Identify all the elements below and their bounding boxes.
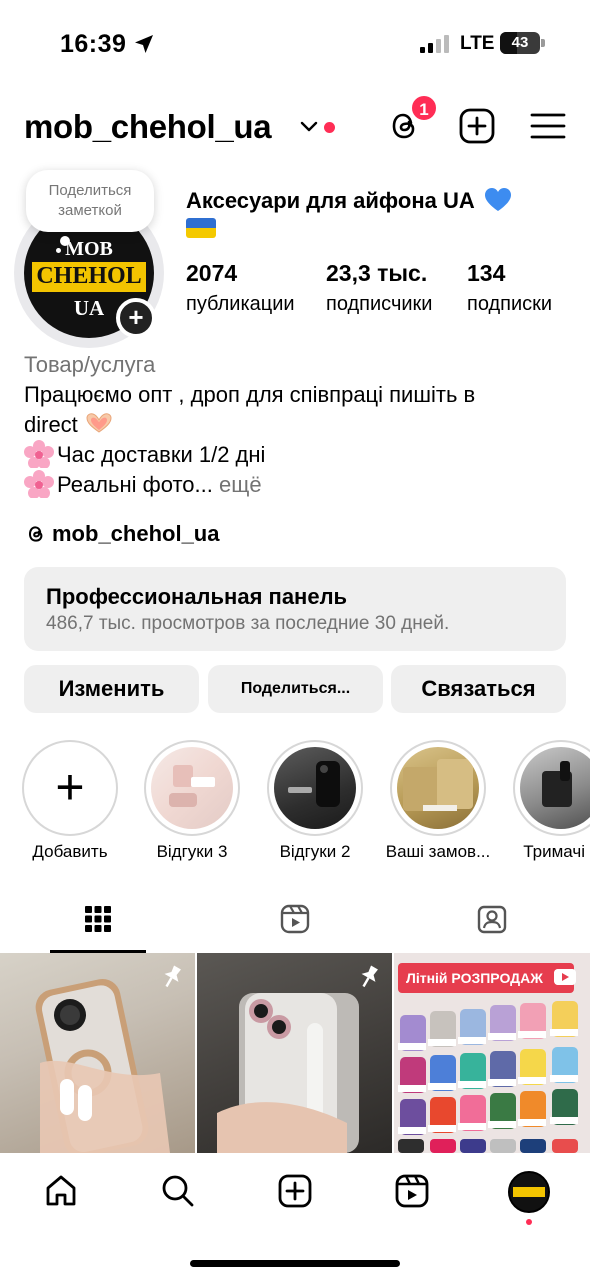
highlight-item[interactable]: Відгуки 3 xyxy=(144,740,240,861)
followers-count[interactable]: 23,3 тыс. подписчики xyxy=(326,260,432,316)
battery-level: 43 xyxy=(511,34,529,51)
highlight-cover xyxy=(397,747,479,829)
following-label: подписки xyxy=(467,293,553,315)
edit-profile-button[interactable]: Изменить xyxy=(24,665,199,713)
followers-label: подписчики xyxy=(326,293,433,315)
bio-photos-text: Реальні фото... xyxy=(57,472,213,497)
note-bubble[interactable]: Поделиться заметкой xyxy=(26,170,154,232)
cherry-blossom-icon xyxy=(24,440,54,468)
bio-line: Працюємо опт , дроп для співпраці пишіть… xyxy=(24,382,476,407)
add-story-button[interactable]: + xyxy=(116,298,156,338)
bio-direct-text: direct xyxy=(24,412,78,437)
highlight-label: Відгуки 2 xyxy=(279,842,351,861)
share-profile-button[interactable]: Поделиться... xyxy=(208,665,383,713)
post-thumbnail[interactable]: Літній РОЗПРОДАЖ xyxy=(394,953,590,1153)
professional-dashboard[interactable]: Профессиональная панель 486,7 тыс. просм… xyxy=(24,567,566,651)
highlight-cover xyxy=(151,747,233,829)
grid-icon xyxy=(85,906,111,932)
post-thumbnail[interactable] xyxy=(197,953,392,1153)
tab-tagged[interactable] xyxy=(394,895,590,953)
profile-display-name: Аксесуари для айфона UA xyxy=(186,186,556,216)
bio-more-link[interactable]: ещё xyxy=(219,472,262,497)
home-icon[interactable] xyxy=(43,1173,79,1209)
posts-count[interactable]: 2074 публикации xyxy=(186,260,295,316)
profile-header: mob_chehol_ua 1 xyxy=(0,94,590,156)
bio-line: Реальні фото... ещё xyxy=(24,470,572,500)
tagged-icon xyxy=(477,905,507,934)
notification-dot xyxy=(526,1219,532,1225)
contact-button[interactable]: Связаться xyxy=(391,665,566,713)
posts-label: публикации xyxy=(186,293,295,315)
highlight-label: Тримачі в xyxy=(523,842,590,861)
profile-tabs xyxy=(0,895,590,953)
highlight-item[interactable]: Тримачі в xyxy=(513,740,590,861)
pin-icon xyxy=(361,965,378,988)
heart-hands-icon xyxy=(86,413,112,433)
blue-heart-icon xyxy=(485,188,512,211)
threads-icon xyxy=(28,526,43,542)
highlight-add[interactable]: + Добавить xyxy=(22,740,118,861)
bio-line: direct xyxy=(24,410,572,440)
cherry-blossom-icon xyxy=(24,470,54,498)
status-time: 16:39 xyxy=(60,30,127,58)
highlight-cover xyxy=(274,747,356,829)
highlight-label: Добавить xyxy=(32,842,108,861)
posts-grid: Літній РОЗПРОДАЖ xyxy=(0,953,590,1153)
signal-icon xyxy=(420,35,449,53)
notification-dot xyxy=(324,122,335,133)
status-bar: 16:39 LTE 43 xyxy=(0,0,590,90)
followers-value: 23,3 тыс. xyxy=(326,260,428,286)
location-arrow-icon xyxy=(135,35,153,53)
display-name-text: Аксесуари для айфона UA xyxy=(186,188,474,213)
reels-icon xyxy=(280,904,310,934)
highlight-item[interactable]: Відгуки 2 xyxy=(267,740,363,861)
following-value: 134 xyxy=(467,260,506,286)
posts-value: 2074 xyxy=(186,260,238,286)
create-icon[interactable] xyxy=(277,1173,313,1209)
menu-icon[interactable] xyxy=(528,106,568,146)
pin-icon xyxy=(164,965,181,988)
threads-badge: 1 xyxy=(410,94,438,122)
tab-reels[interactable] xyxy=(197,895,393,953)
avatar-logo-line: MOB xyxy=(65,238,113,260)
avatar-logo-line: CHEHOL xyxy=(36,263,142,289)
reels-icon[interactable] xyxy=(394,1173,430,1209)
dashboard-subtitle: 486,7 тыс. просмотров за последние 30 дн… xyxy=(46,613,450,634)
create-plus-icon[interactable] xyxy=(457,106,497,146)
dashboard-title: Профессиональная панель xyxy=(46,584,348,609)
battery-icon: 43 xyxy=(500,32,546,56)
tab-posts[interactable] xyxy=(0,895,196,953)
profile-bio: Товар/услуга Працюємо опт , дроп для спі… xyxy=(24,350,572,500)
post-thumbnail[interactable] xyxy=(0,953,195,1153)
username-switcher[interactable]: mob_chehol_ua xyxy=(24,108,272,146)
home-indicator xyxy=(190,1260,400,1267)
add-highlight-icon[interactable]: + xyxy=(22,740,118,836)
network-type: LTE xyxy=(460,33,495,54)
threads-username: mob_chehol_ua xyxy=(52,521,220,546)
highlight-label: Відгуки 3 xyxy=(156,842,228,861)
highlight-label: Ваші замов... xyxy=(385,842,491,861)
chevron-down-icon[interactable] xyxy=(298,118,320,136)
highlight-item[interactable]: Ваші замов... xyxy=(386,740,490,861)
search-icon[interactable] xyxy=(160,1173,196,1209)
bio-delivery-text: Час доставки 1/2 дні xyxy=(57,442,266,467)
ukraine-flag-icon xyxy=(186,218,216,238)
following-count[interactable]: 134 подписки xyxy=(467,260,552,316)
bio-category: Товар/услуга xyxy=(24,352,156,377)
profile-avatar-nav[interactable] xyxy=(508,1171,550,1213)
bio-line: Час доставки 1/2 дні xyxy=(24,440,572,470)
